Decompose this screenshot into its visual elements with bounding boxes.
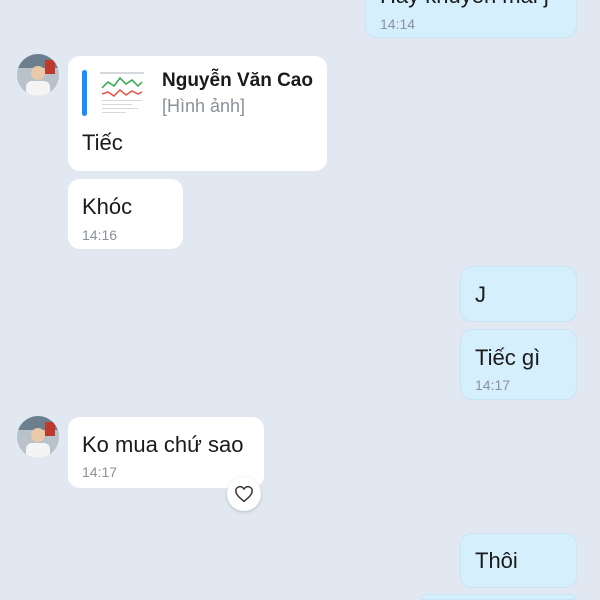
react-button[interactable] [227,477,261,511]
avatar[interactable] [17,54,59,96]
message-text: Ko mua chứ sao [82,432,244,457]
message-time: 14:17 [475,377,511,393]
message-bubble-incoming[interactable]: Khóc 14:16 [68,179,183,249]
message-time: 14:17 [82,464,118,480]
message-bubble-outgoing[interactable]: Tiếc gì 14:17 [460,329,577,400]
message-text: J [475,282,486,307]
reply-sender-name: Nguyễn Văn Cao [162,70,313,91]
heart-outline-icon [235,485,253,503]
message-text: Tiếc gì [475,345,541,370]
message-bubble-outgoing[interactable]: Hay khuyến mãi j 14:14 [365,0,577,38]
message-bubble-incoming[interactable]: Ko mua chứ sao 14:17 [68,417,264,488]
message-text: Hay khuyến mãi j [380,0,549,9]
message-text: Thôi [475,548,518,573]
message-bubble-outgoing[interactable]: J [460,266,577,322]
avatar[interactable] [17,416,59,458]
image-thumbnail-icon [98,68,146,116]
avatar-image [17,54,59,96]
message-text: Khóc [82,194,133,219]
message-time: 14:16 [82,227,118,243]
message-text: Tiếc [82,130,123,155]
message-bubble-outgoing[interactable]: Thôi [460,533,577,588]
reply-image-thumbnail[interactable] [98,68,146,116]
reply-preview: [Hình ảnh] [162,96,246,116]
avatar-image [17,416,59,458]
message-time: 14:14 [380,16,416,32]
reply-quote-bar [82,70,87,116]
message-bubble-incoming[interactable]: Nguyễn Văn Cao [Hình ảnh] Tiếc [68,56,327,171]
message-bubble-outgoing[interactable] [420,594,577,600]
